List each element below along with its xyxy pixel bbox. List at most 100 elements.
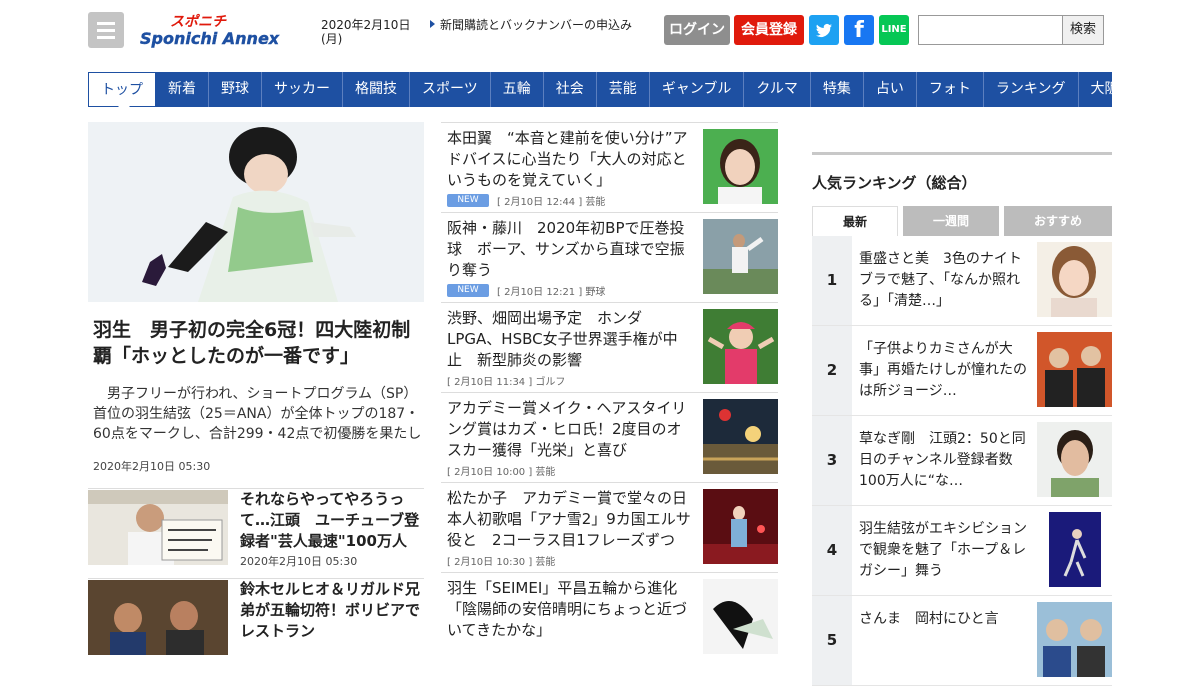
sub-article-title: それならやってやろうって…江頭 ユーチューブ登録者"芸人最速"100万人突破 <box>240 490 420 550</box>
login-button[interactable]: ログイン <box>664 15 730 45</box>
nav-item[interactable]: 占い <box>864 72 917 107</box>
ranking-title: 「子供よりカミさんが大事」再婚たけしが憧れたのは所ジョージ… <box>859 341 1027 399</box>
ranking-thumbnail <box>1037 332 1112 407</box>
logo-ruby: スポニチ <box>170 13 227 30</box>
ranking-item[interactable]: 2 「子供よりカミさんが大事」再婚たけしが憧れたのは所ジョージ… <box>812 326 1112 416</box>
twitter-icon[interactable] <box>809 15 839 45</box>
mid-article-title: 本田翼 “本音と建前を使い分け”アドバイスに心当たり「大人の対応というものを覚え… <box>447 129 688 189</box>
new-badge: NEW <box>447 194 489 207</box>
mid-article-date: [ 2月10日 11:34 ] ゴルフ <box>447 377 566 388</box>
mid-article-meta: [ 2月10日 11:34 ] ゴルフ <box>447 373 565 388</box>
mid-article-meta: NEW [ 2月10日 12:21 ] 野球 <box>447 283 605 298</box>
mid-article-title: 渋野、畑岡出場予定 ホンダLPGA、HSBC女子世界選手権が中止 新型肺炎の影響 <box>447 309 678 369</box>
ranking-number: 4 <box>812 506 852 595</box>
mid-article[interactable]: 本田翼 “本音と建前を使い分け”アドバイスに心当たり「大人の対応というものを覚え… <box>441 122 778 212</box>
triangle-icon <box>430 20 435 28</box>
mid-article[interactable]: 阪神・藤川 2020年初BPで圧巻投球 ボーア、サンズから直球で空振り奪う NEW… <box>441 212 778 302</box>
sponichi-annex-logo[interactable]: スポニチ Sponichi Annex <box>138 12 308 50</box>
ranking-item[interactable]: 3 草なぎ剛 江頭2：50と同日のチャンネル登録者数100万人に“な… <box>812 416 1112 506</box>
ranking-thumbnail <box>1037 512 1112 587</box>
mid-article-meta: [ 2月10日 10:00 ] 芸能 <box>447 463 555 478</box>
sub-article[interactable]: 鈴木セルヒオ＆リガルド兄弟が五輪切符！ボリビアでレストラン <box>88 578 424 668</box>
mid-article[interactable]: アカデミー賞メイク・ヘアスタイリング賞はカズ・ヒロ氏！2度目のオスカー獲得「光栄… <box>441 392 778 482</box>
nav-item[interactable]: 芸能 <box>597 72 650 107</box>
mid-article-title: 羽生「SEIMEI」平昌五輪から進化「陰陽師の安倍晴明にちょっと近づいてきたかな… <box>447 579 688 639</box>
ranking-panel: 人気ランキング（総合） 最新 一週間 おすすめ <box>812 152 1112 236</box>
ranking-item[interactable]: 4 羽生結弦がエキシビションで観衆を魅了「ホープ＆レガシー」舞う <box>812 506 1112 596</box>
lead-article-date: 2020年2月10日 05:30 <box>93 460 211 473</box>
ranking-item[interactable]: 1 重盛さと美 3色のナイトブラで魅了、「なんか照れる」「清楚…」 <box>812 236 1112 326</box>
new-badge: NEW <box>447 284 489 297</box>
ranking-tab-latest[interactable]: 最新 <box>812 206 898 236</box>
ranking-title: 羽生結弦がエキシビションで観衆を魅了「ホープ＆レガシー」舞う <box>859 521 1027 579</box>
ranking-item[interactable]: 5 さんま 岡村にひと言 <box>812 596 1112 686</box>
mid-article-date: [ 2月10日 10:00 ] 芸能 <box>447 467 556 478</box>
lead-article-image[interactable] <box>88 122 424 302</box>
line-icon[interactable]: LINE <box>879 15 909 45</box>
ranking-thumbnail <box>1037 602 1112 677</box>
nav-item[interactable]: 大阪 <box>1079 72 1131 107</box>
sub-article-thumbnail <box>88 580 228 655</box>
nav-item[interactable]: 五輪 <box>491 72 544 107</box>
ranking-number: 3 <box>812 416 852 505</box>
ranking-tabs: 最新 一週間 おすすめ <box>812 206 1112 236</box>
mid-article-title: アカデミー賞メイク・ヘアスタイリング賞はカズ・ヒロ氏！2度目のオスカー獲得「光栄… <box>447 399 687 459</box>
search-button[interactable]: 検索 <box>1062 15 1104 45</box>
nav-item[interactable]: 格闘技 <box>343 72 410 107</box>
mid-article-date: [ 2月10日 12:21 ] 野球 <box>497 287 606 298</box>
ranking-divider <box>812 152 1112 155</box>
mid-article-date: [ 2月10日 10:30 ] 芸能 <box>447 557 556 568</box>
ranking-number: 5 <box>812 596 852 685</box>
mid-article-thumbnail <box>703 129 778 204</box>
nav-item[interactable]: サッカー <box>262 72 343 107</box>
nav-item[interactable]: 野球 <box>209 72 262 107</box>
mid-article-thumbnail <box>703 309 778 384</box>
global-nav: トップ 新着 野球 サッカー 格闘技 スポーツ 五輪 社会 芸能 ギャンブル クルマ 特集 占い フォトラ… <box>88 72 1119 112</box>
ranking-tab-week[interactable]: 一週間 <box>903 206 999 236</box>
mid-article-meta: NEW [ 2月10日 12:44 ] 芸能 <box>447 193 605 208</box>
ranking-thumbnail <box>1037 242 1112 317</box>
mid-article-thumbnail <box>703 219 778 294</box>
mid-article[interactable]: 渋野、畑岡出場予定 ホンダLPGA、HSBC女子世界選手権が中止 新型肺炎の影響… <box>441 302 778 392</box>
current-date: 2020年2月10日(月) <box>321 18 411 46</box>
facebook-icon[interactable]: f <box>844 15 874 45</box>
mid-article-thumbnail <box>703 489 778 564</box>
mid-article-title: 阪神・藤川 2020年初BPで圧巻投球 ボーア、サンズから直球で空振り奪う <box>447 219 685 279</box>
logo-text: Sponichi Annex <box>140 29 280 48</box>
nav-item[interactable]: クルマ <box>744 72 811 107</box>
lead-article-title[interactable]: 羽生 男子初の完全6冠！四大陸初制覇「ホッとしたのが一番です」 <box>93 317 425 369</box>
nav-item[interactable]: 新着 <box>156 72 209 107</box>
ranking-number: 2 <box>812 326 852 415</box>
mid-article-date: [ 2月10日 12:44 ] 芸能 <box>497 197 606 208</box>
ranking-title: さんま 岡村にひと言 <box>859 611 999 627</box>
nav-item[interactable]: 社会 <box>544 72 597 107</box>
lead-article-body: 男子フリーが行われ、ショートプログラム（SP）首位の羽生結弦（25＝ANA）が全… <box>93 386 422 442</box>
sub-article-date: 2020年2月10日 05:30 <box>240 555 358 568</box>
ranking-heading: 人気ランキング（総合） <box>812 174 977 192</box>
nav-item[interactable]: フォト <box>917 72 984 107</box>
ranking-tab-recommended[interactable]: おすすめ <box>1004 206 1112 236</box>
mid-article-title: 松たか子 アカデミー賞で堂々の日本人初歌唱「アナ雪2」9カ国エルサ役と 2コーラ… <box>447 489 691 549</box>
hamburger-menu-icon[interactable] <box>88 12 124 48</box>
ranking-thumbnail <box>1037 422 1112 497</box>
mid-article[interactable]: 羽生「SEIMEI」平昌五輪から進化「陰陽師の安倍晴明にちょっと近づいてきたかな… <box>441 572 778 662</box>
ranking-number: 1 <box>812 236 852 325</box>
sub-article-thumbnail <box>88 490 228 565</box>
mid-article-thumbnail <box>703 579 778 654</box>
mid-article[interactable]: 松たか子 アカデミー賞で堂々の日本人初歌唱「アナ雪2」9カ国エルサ役と 2コーラ… <box>441 482 778 572</box>
sub-article[interactable]: それならやってやろうって…江頭 ユーチューブ登録者"芸人最速"100万人突破 2… <box>88 488 424 578</box>
register-button[interactable]: 会員登録 <box>734 15 804 45</box>
nav-item[interactable]: 特集 <box>811 72 864 107</box>
site-header: スポニチ Sponichi Annex 2020年2月10日(月) 新聞購読とバ… <box>0 0 1200 60</box>
nav-item[interactable]: ランキング <box>984 72 1079 107</box>
nav-item[interactable]: トップ <box>88 72 156 112</box>
nav-item[interactable]: ギャンブル <box>650 72 745 107</box>
nav-item[interactable]: スポーツ <box>410 72 491 107</box>
search-input[interactable] <box>918 15 1063 45</box>
sub-article-title: 鈴木セルヒオ＆リガルド兄弟が五輪切符！ボリビアでレストラン <box>240 580 420 640</box>
ranking-title: 草なぎ剛 江頭2：50と同日のチャンネル登録者数100万人に“な… <box>859 431 1026 489</box>
mid-article-thumbnail <box>703 399 778 474</box>
ranking-title: 重盛さと美 3色のナイトブラで魅了、「なんか照れる」「清楚…」 <box>859 251 1022 309</box>
mid-article-meta: [ 2月10日 10:30 ] 芸能 <box>447 553 555 568</box>
subscription-link[interactable]: 新聞購読とバックナンバーの申込み <box>430 18 650 32</box>
